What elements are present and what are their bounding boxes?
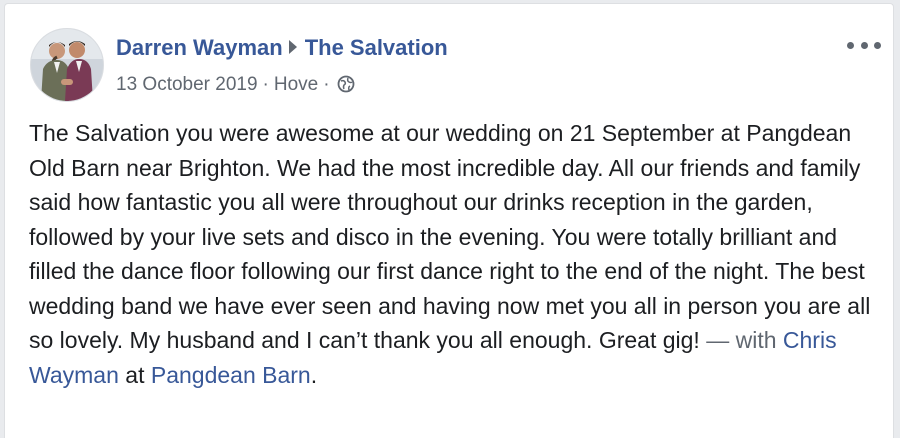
meta-separator: ·: [262, 74, 269, 95]
meta-separator: ·: [323, 74, 330, 95]
at-text: at: [125, 361, 145, 388]
post-date-link[interactable]: 13 October 2019: [116, 74, 258, 95]
globe-icon[interactable]: [337, 75, 355, 101]
more-options-icon[interactable]: [847, 34, 881, 56]
with-text: — with: [706, 327, 777, 353]
post-meta: 13 October 2019 · Hove ·: [116, 72, 355, 101]
avatar-photo: [31, 29, 103, 101]
avatar[interactable]: [30, 28, 104, 102]
more-dot: [847, 41, 854, 49]
author-link[interactable]: Darren Wayman: [116, 35, 283, 60]
target-page-link[interactable]: The Salvation: [305, 35, 448, 60]
place-link[interactable]: Pangdean Barn: [151, 362, 311, 388]
more-dot: [874, 41, 881, 49]
post-body: The Salvation you were awesome at our we…: [29, 116, 889, 392]
post-card: Darren Wayman The Salvation 13 October 20…: [4, 3, 894, 438]
shared-to-arrow-icon: [288, 40, 297, 54]
end-punctuation: .: [310, 361, 318, 388]
more-dot: [860, 41, 868, 49]
post-message: The Salvation you were awesome at our we…: [29, 120, 871, 353]
location-link[interactable]: Hove: [274, 74, 318, 95]
post-header: Darren Wayman The Salvation: [116, 34, 448, 62]
